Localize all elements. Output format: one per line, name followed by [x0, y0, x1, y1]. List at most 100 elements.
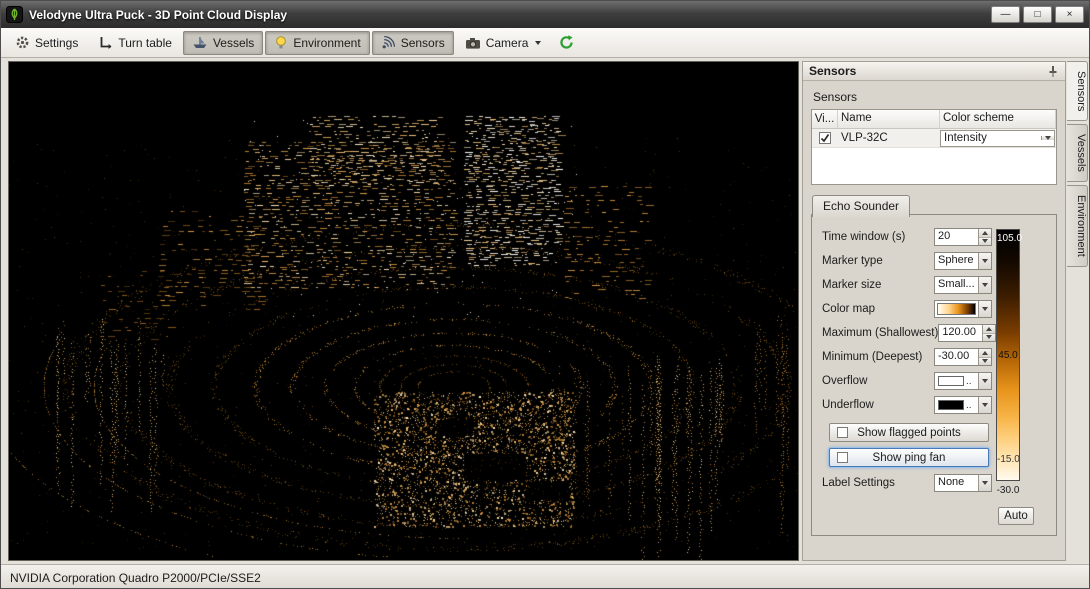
- spin-up-icon[interactable]: [979, 349, 991, 358]
- spin-up-icon[interactable]: [983, 325, 995, 334]
- label-settings-select[interactable]: None: [934, 474, 992, 492]
- panel-tabstrip: Echo Sounder: [811, 194, 1057, 214]
- underflow-label: Underflow: [822, 399, 874, 411]
- column-name[interactable]: Name: [838, 110, 940, 128]
- app-logo-icon: [6, 6, 23, 23]
- colormap-gradient-swatch: [937, 303, 976, 315]
- camera-icon: [465, 36, 481, 50]
- sensors-button[interactable]: Sensors: [372, 31, 454, 55]
- underflow-ellipsis: ..: [966, 400, 972, 411]
- sensor-name-cell[interactable]: VLP-32C: [838, 132, 940, 144]
- color-scheme-value: Intensity: [941, 132, 1041, 144]
- spin-down-icon[interactable]: [979, 358, 991, 366]
- content-area: Sensors Sensors Vi... Name Color scheme: [1, 58, 1089, 564]
- colorbar-min-label: -30.0: [992, 485, 1024, 496]
- maximize-button[interactable]: □: [1023, 6, 1052, 23]
- echo-sounder-tab-content: Time window (s) 20 Marker type Sphere: [811, 214, 1057, 536]
- dropdown-arrow-icon[interactable]: [978, 475, 991, 491]
- spin-down-icon[interactable]: [979, 238, 991, 246]
- main-toolbar: Settings Turn table Vessels Environment: [1, 28, 1089, 58]
- settings-button[interactable]: Settings: [6, 31, 87, 55]
- show-flagged-points-checkbox[interactable]: [837, 427, 848, 438]
- sensors-table: Vi... Name Color scheme VLP-32C: [811, 109, 1057, 185]
- minimize-button[interactable]: —: [991, 6, 1020, 23]
- settings-fields: Time window (s) 20 Marker type Sphere: [812, 215, 992, 495]
- close-button[interactable]: ×: [1055, 6, 1084, 23]
- sensors-panel: Sensors Sensors Vi... Name Color scheme: [802, 61, 1066, 561]
- dropdown-arrow-icon[interactable]: [978, 301, 991, 317]
- label-settings-label: Label Settings: [822, 477, 895, 489]
- point-cloud-canvas[interactable]: [9, 62, 798, 560]
- table-empty-area: [812, 148, 1056, 184]
- dropdown-arrow-icon[interactable]: [978, 373, 991, 389]
- light-bulb-icon: [274, 35, 288, 50]
- show-ping-fan-checkbox[interactable]: [837, 452, 848, 463]
- ship-icon: [192, 35, 208, 50]
- show-flagged-points-label: Show flagged points: [857, 427, 961, 439]
- minimum-spinner[interactable]: -30.00: [934, 348, 992, 366]
- sensors-group-label: Sensors: [813, 90, 1057, 104]
- auto-button[interactable]: Auto: [998, 507, 1034, 525]
- turn-table-button[interactable]: Turn table: [89, 31, 181, 55]
- dock-tab-sensors[interactable]: Sensors: [1067, 61, 1088, 121]
- color-scheme-dropdown-arrow-icon[interactable]: [1041, 136, 1054, 140]
- dock-tab-environment[interactable]: Environment: [1067, 185, 1088, 267]
- settings-label: Settings: [35, 36, 78, 50]
- table-row[interactable]: VLP-32C Intensity: [812, 129, 1056, 148]
- camera-button[interactable]: Camera: [456, 31, 551, 55]
- label-settings-value: None: [935, 475, 978, 491]
- sonar-waves-icon: [381, 35, 396, 50]
- show-ping-fan-label: Show ping fan: [873, 452, 946, 464]
- checkmark-icon: [820, 133, 830, 143]
- spin-down-icon[interactable]: [983, 334, 995, 342]
- dock-tab-strip: Sensors Vessels Environment: [1067, 61, 1090, 561]
- vessels-button[interactable]: Vessels: [183, 31, 263, 55]
- color-scheme-select[interactable]: Intensity: [940, 130, 1055, 147]
- sensors-panel-header: Sensors: [803, 62, 1065, 81]
- gear-icon: [15, 35, 30, 50]
- tab-echo-sounder[interactable]: Echo Sounder: [812, 195, 910, 217]
- app-window: Velodyne Ultra Puck - 3D Point Cloud Dis…: [0, 0, 1090, 589]
- sensors-panel-title: Sensors: [809, 64, 1047, 78]
- show-flagged-points-button[interactable]: Show flagged points: [829, 423, 989, 442]
- dropdown-arrow-icon[interactable]: [978, 397, 991, 413]
- environment-button[interactable]: Environment: [265, 31, 369, 55]
- column-visible[interactable]: Vi...: [812, 110, 838, 128]
- dock-tab-vessels[interactable]: Vessels: [1067, 124, 1088, 182]
- sensors-table-header: Vi... Name Color scheme: [812, 110, 1056, 129]
- minimum-value[interactable]: -30.00: [935, 349, 978, 365]
- refresh-button[interactable]: [552, 31, 581, 55]
- pin-icon[interactable]: [1047, 65, 1059, 78]
- time-window-spinner[interactable]: 20: [934, 228, 992, 246]
- underflow-color-swatch: [938, 400, 964, 410]
- show-ping-fan-button[interactable]: Show ping fan: [829, 448, 989, 467]
- dropdown-arrow-icon[interactable]: [978, 277, 991, 293]
- gpu-status-text: NVIDIA Corporation Quadro P2000/PCIe/SSE…: [10, 571, 261, 585]
- time-window-value[interactable]: 20: [935, 229, 978, 245]
- column-color-scheme[interactable]: Color scheme: [940, 110, 1056, 128]
- marker-size-value: Small...: [935, 277, 978, 293]
- title-bar: Velodyne Ultra Puck - 3D Point Cloud Dis…: [1, 1, 1089, 28]
- overflow-ellipsis: ..: [966, 376, 972, 387]
- camera-label: Camera: [486, 36, 529, 50]
- maximum-label: Maximum (Shallowest): [822, 327, 938, 339]
- marker-type-select[interactable]: Sphere: [934, 252, 992, 270]
- camera-dropdown-arrow-icon: [535, 41, 541, 45]
- overflow-color-swatch: [938, 376, 964, 386]
- spin-up-icon[interactable]: [979, 229, 991, 238]
- underflow-color-select[interactable]: ..: [934, 396, 992, 414]
- marker-type-value: Sphere: [935, 253, 978, 269]
- point-cloud-viewport[interactable]: [8, 61, 799, 561]
- maximum-value[interactable]: 120.00: [939, 325, 982, 341]
- visible-checkbox[interactable]: [819, 132, 831, 144]
- minimum-label: Minimum (Deepest): [822, 351, 922, 363]
- overflow-color-select[interactable]: ..: [934, 372, 992, 390]
- color-map-select[interactable]: [934, 300, 992, 318]
- colorbar-low-label: -15.0: [997, 454, 1019, 465]
- status-bar: NVIDIA Corporation Quadro P2000/PCIe/SSE…: [1, 564, 1089, 589]
- marker-size-select[interactable]: Small...: [934, 276, 992, 294]
- maximum-spinner[interactable]: 120.00: [938, 324, 996, 342]
- dropdown-arrow-icon[interactable]: [978, 253, 991, 269]
- intensity-colorbar: 105.0 45.0 -15.0: [996, 229, 1020, 481]
- marker-size-label: Marker size: [822, 279, 881, 291]
